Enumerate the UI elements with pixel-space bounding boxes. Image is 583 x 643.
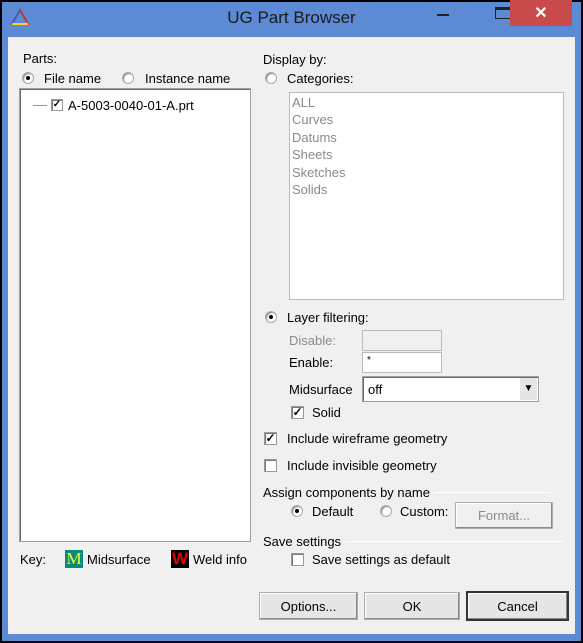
parts-label: Parts: bbox=[23, 51, 57, 66]
layer-filtering-radio[interactable] bbox=[265, 311, 277, 323]
assign-group-label: Assign components by name bbox=[263, 485, 430, 500]
disable-label: Disable: bbox=[289, 333, 336, 348]
tree-line bbox=[33, 105, 47, 106]
instance-name-label: Instance name bbox=[145, 71, 231, 86]
save-settings-label: Save settings bbox=[263, 534, 342, 549]
assign-separator bbox=[434, 492, 551, 493]
enable-label: Enable: bbox=[289, 355, 334, 370]
custom-radio[interactable] bbox=[380, 505, 392, 517]
default-label: Default bbox=[312, 504, 354, 519]
file-name-label: File name bbox=[44, 71, 102, 86]
display-by-label: Display by: bbox=[263, 52, 327, 67]
minimize-icon[interactable] bbox=[428, 0, 458, 26]
file-name-radio[interactable] bbox=[22, 72, 34, 84]
save-default-checkbox[interactable] bbox=[291, 553, 304, 566]
category-item[interactable]: ALL bbox=[292, 95, 315, 110]
invisible-label: Include invisible geometry bbox=[287, 458, 437, 473]
category-item[interactable]: Solids bbox=[292, 182, 327, 197]
wireframe-checkbox[interactable]: ✓ bbox=[264, 432, 277, 445]
wireframe-label: Include wireframe geometry bbox=[287, 431, 448, 446]
solid-label: Solid bbox=[312, 405, 341, 420]
key-label: Key: bbox=[20, 552, 47, 567]
ok-button[interactable]: OK bbox=[364, 592, 460, 620]
cancel-button[interactable]: Cancel bbox=[466, 591, 569, 621]
midsurface-select-value: off bbox=[368, 382, 383, 397]
instance-name-radio[interactable] bbox=[122, 72, 134, 84]
enable-input[interactable]: * bbox=[362, 352, 442, 373]
default-radio[interactable] bbox=[291, 505, 303, 517]
tree-item-label[interactable]: A-5003-0040-01-A.prt bbox=[68, 98, 194, 113]
weld-key-label: Weld info bbox=[193, 552, 247, 567]
format-button[interactable]: Format... bbox=[455, 502, 553, 529]
midsurface-key-icon: M bbox=[65, 549, 83, 568]
layer-filtering-label: Layer filtering: bbox=[287, 310, 369, 325]
category-item[interactable]: Datums bbox=[292, 130, 337, 145]
category-item[interactable]: Sketches bbox=[292, 165, 345, 180]
midsurface-label: Midsurface bbox=[289, 382, 353, 397]
close-icon[interactable]: ✕ bbox=[510, 0, 572, 26]
weld-key-icon: W bbox=[171, 549, 189, 568]
custom-label: Custom: bbox=[400, 504, 449, 519]
title-bar: UG Part Browser ✕ bbox=[0, 0, 583, 37]
midsurface-select[interactable]: off ▼ bbox=[362, 376, 539, 402]
midsurface-key-label: Midsurface bbox=[87, 552, 151, 567]
invisible-checkbox[interactable] bbox=[264, 459, 277, 472]
save-separator bbox=[346, 541, 563, 542]
categories-radio[interactable] bbox=[265, 72, 277, 84]
save-default-label: Save settings as default bbox=[312, 552, 451, 567]
chevron-down-icon[interactable]: ▼ bbox=[520, 378, 537, 400]
disable-input[interactable] bbox=[362, 330, 442, 351]
categories-label: Categories: bbox=[287, 71, 354, 86]
category-item[interactable]: Sheets bbox=[292, 147, 332, 162]
options-button[interactable]: Options... bbox=[259, 592, 358, 620]
tree-item-checkbox[interactable]: ✓ bbox=[51, 99, 63, 111]
solid-checkbox[interactable]: ✓ bbox=[291, 406, 304, 419]
category-item[interactable]: Curves bbox=[292, 112, 333, 127]
parts-tree[interactable]: ✓ A-5003-0040-01-A.prt bbox=[19, 88, 251, 542]
categories-list[interactable]: ALL Curves Datums Sheets Sketches Solids bbox=[289, 92, 564, 300]
